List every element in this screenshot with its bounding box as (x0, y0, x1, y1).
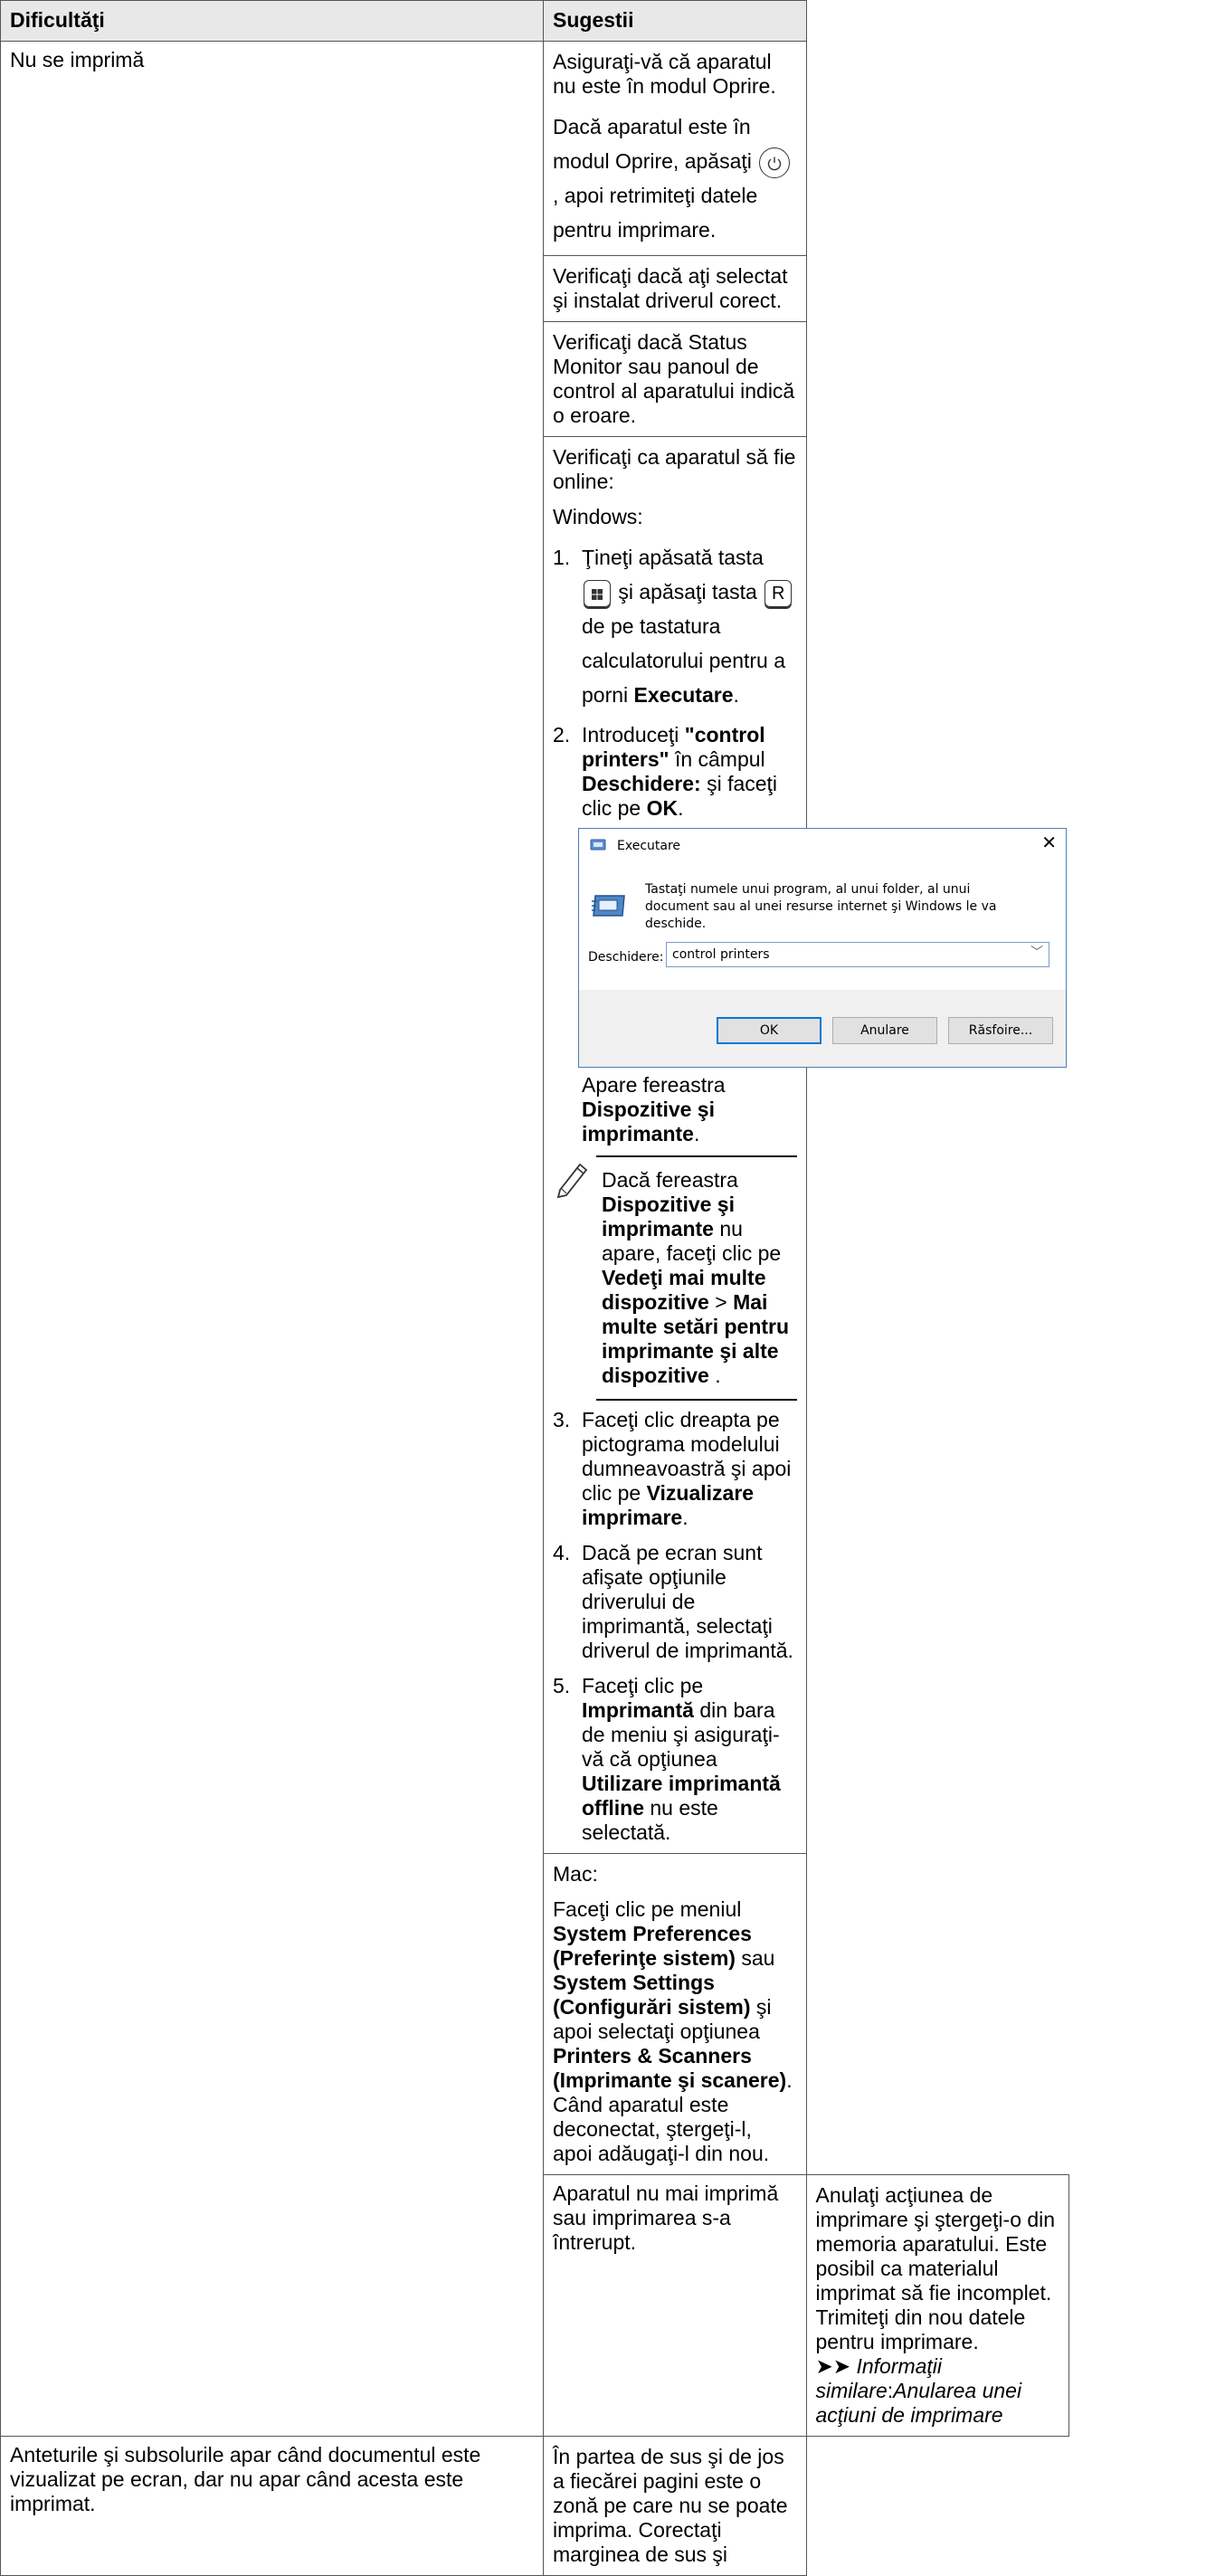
text-fragment: Dacă fereastra (602, 1168, 738, 1192)
close-icon[interactable]: ✕ (1041, 833, 1057, 851)
bold-text: System Settings (Configurări sistem) (553, 1971, 751, 2019)
cancel-button[interactable]: Anulare (832, 1017, 937, 1044)
suggestion-text: Asiguraţi-vă că aparatul nu este în modu… (553, 50, 776, 98)
header-suggestions: Sugestii (543, 0, 807, 42)
list-item: 5. Faceţi clic pe Imprimantă din bara de… (553, 1674, 797, 1845)
run-dialog: Executare ✕ Tastaţi numele unui program,… (578, 828, 1067, 1068)
text-fragment: . (693, 1122, 700, 1145)
run-dialog-icon (590, 839, 608, 856)
table-row: Anteturile şi subsolurile apar când docu… (0, 2436, 1069, 2576)
step-number: 2. (553, 723, 571, 746)
suggestion-cell: Asiguraţi-vă că aparatul nu este în modu… (543, 41, 807, 256)
os-label-windows: Windows: (553, 505, 643, 528)
os-label-mac: Mac: (553, 1862, 598, 1886)
dialog-message: Tastaţi numele unui program, al unui fol… (645, 882, 997, 931)
suggestion-text: Dacă aparatul este în modul Oprire, apăs… (553, 109, 797, 247)
suggestion-cell: Verificaţi dacă Status Monitor sau panou… (543, 321, 807, 437)
suggestion-text: Apare fereastra Dispozitive şi imprimant… (582, 1073, 797, 1146)
dialog-title: Executare (617, 839, 681, 853)
bold-text: Imprimantă (582, 1698, 694, 1722)
troubleshooting-table: Dificultăţi Sugestii Nu se imprimă Asigu… (0, 0, 1069, 2576)
dialog-titlebar: Executare (590, 838, 680, 858)
pencil-note-icon (553, 1159, 591, 1204)
header-difficulties: Dificultăţi (0, 0, 544, 42)
bold-text: Deschidere: (582, 772, 701, 795)
run-dialog-icon (592, 892, 628, 925)
arrow-icon: ➤➤ (815, 2354, 851, 2378)
text-fragment: Faceţi clic pe (582, 1674, 704, 1697)
r-key: R (764, 579, 793, 607)
bold-text: Dispozitive şi imprimante (602, 1193, 735, 1240)
text-fragment: Ţineţi apăsată tasta (582, 546, 764, 569)
text-fragment: Dacă aparatul este în modul Oprire, apăs… (553, 115, 752, 173)
suggestion-text: Faceţi clic pe meniul System Preferences… (553, 1897, 797, 2166)
step-number: 5. (553, 1674, 571, 1697)
suggestion-text: Verificaţi ca aparatul să fie online: (553, 445, 796, 493)
text-fragment: Faceţi clic pe meniul (553, 1897, 742, 1921)
text-fragment: . (682, 1506, 688, 1529)
windows-key-icon (584, 579, 611, 607)
list-item: 3. Faceţi clic dreapta pe pictograma mod… (553, 1408, 797, 1530)
suggestion-cell: Anulaţi acţiunea de imprimare şi ştergeţ… (805, 2174, 1069, 2437)
text-fragment: Dacă pe ecran sunt afişate opţiunile dri… (582, 1541, 793, 1662)
text-fragment: . (715, 1364, 721, 1387)
dialog-footer: OK Anulare Răsfoire... (579, 990, 1066, 1067)
text-fragment: > (715, 1290, 727, 1314)
table-header-row: Dificultăţi Sugestii (0, 0, 1069, 42)
list-item: 1. Ţineţi apăsată tasta şi apăsaţi tasta… (553, 540, 797, 712)
bold-text: OK (646, 796, 679, 820)
problem-cell: Anteturile şi subsolurile apar când docu… (0, 2436, 544, 2576)
list-item: 2. Introduceţi "control printers" în câm… (553, 723, 797, 821)
suggestion-cell: Verificaţi ca aparatul să fie online: Wi… (543, 436, 1067, 1854)
list-item: 4. Dacă pe ecran sunt afişate opţiunile … (553, 1541, 797, 1663)
suggestion-text: Anulaţi acţiunea de imprimare şi ştergeţ… (815, 2183, 1056, 2353)
problem-cell: Nu se imprimă (0, 41, 544, 2437)
suggestion-cell: Verificaţi dacă aţi selectat şi instalat… (543, 255, 807, 322)
step-number: 4. (553, 1541, 571, 1564)
text-fragment: şi apăsaţi tasta (618, 580, 757, 604)
suggestion-cell: Mac: Faceţi clic pe meniul System Prefer… (543, 1853, 807, 2175)
steps-list: 1. Ţineţi apăsată tasta şi apăsaţi tasta… (553, 540, 797, 821)
ok-button[interactable]: OK (717, 1017, 821, 1044)
bold-text: Printers & Scanners (Imprimante şi scane… (553, 2044, 787, 2092)
bold-text: Executare (633, 683, 734, 707)
steps-list: 3. Faceţi clic dreapta pe pictograma mod… (553, 1408, 797, 1845)
text-fragment: , apoi retrimiteţi datele pentru imprima… (553, 184, 758, 242)
browse-button[interactable]: Răsfoire... (948, 1017, 1053, 1044)
open-field-label: Deschidere: (588, 950, 664, 965)
open-combobox[interactable]: control printers ﹀ (666, 942, 1049, 967)
bold-text: System Preferences (Preferinţe sistem) (553, 1922, 752, 1970)
text-fragment: sau (741, 1946, 775, 1970)
chevron-down-icon[interactable]: ﹀ (1030, 945, 1043, 962)
text-fragment: Apare fereastra (582, 1073, 726, 1097)
note-box: Dacă fereastra Dispozitive şi imprimante… (553, 1155, 797, 1401)
open-field-value[interactable]: control printers (672, 946, 770, 964)
problem-cell: Aparatul nu mai imprimă sau imprimarea s… (543, 2174, 807, 2437)
suggestion-cell: În partea de sus şi de jos a fiecărei pa… (543, 2436, 807, 2576)
note-text: Dacă fereastra Dispozitive şi imprimante… (596, 1155, 797, 1401)
text-fragment: în câmpul (674, 747, 765, 771)
table-row: Nu se imprimă Asiguraţi-vă că aparatul n… (0, 41, 1069, 2437)
related-info: ➤➤ Informaţii similare:Anularea unei acţ… (816, 2354, 1060, 2428)
text-fragment: . (733, 683, 739, 707)
step-number: 3. (553, 1408, 571, 1431)
text-fragment: Introduceţi (582, 723, 679, 746)
text-fragment: . (678, 796, 684, 820)
power-icon (759, 147, 791, 178)
step-number: 1. (553, 546, 571, 569)
